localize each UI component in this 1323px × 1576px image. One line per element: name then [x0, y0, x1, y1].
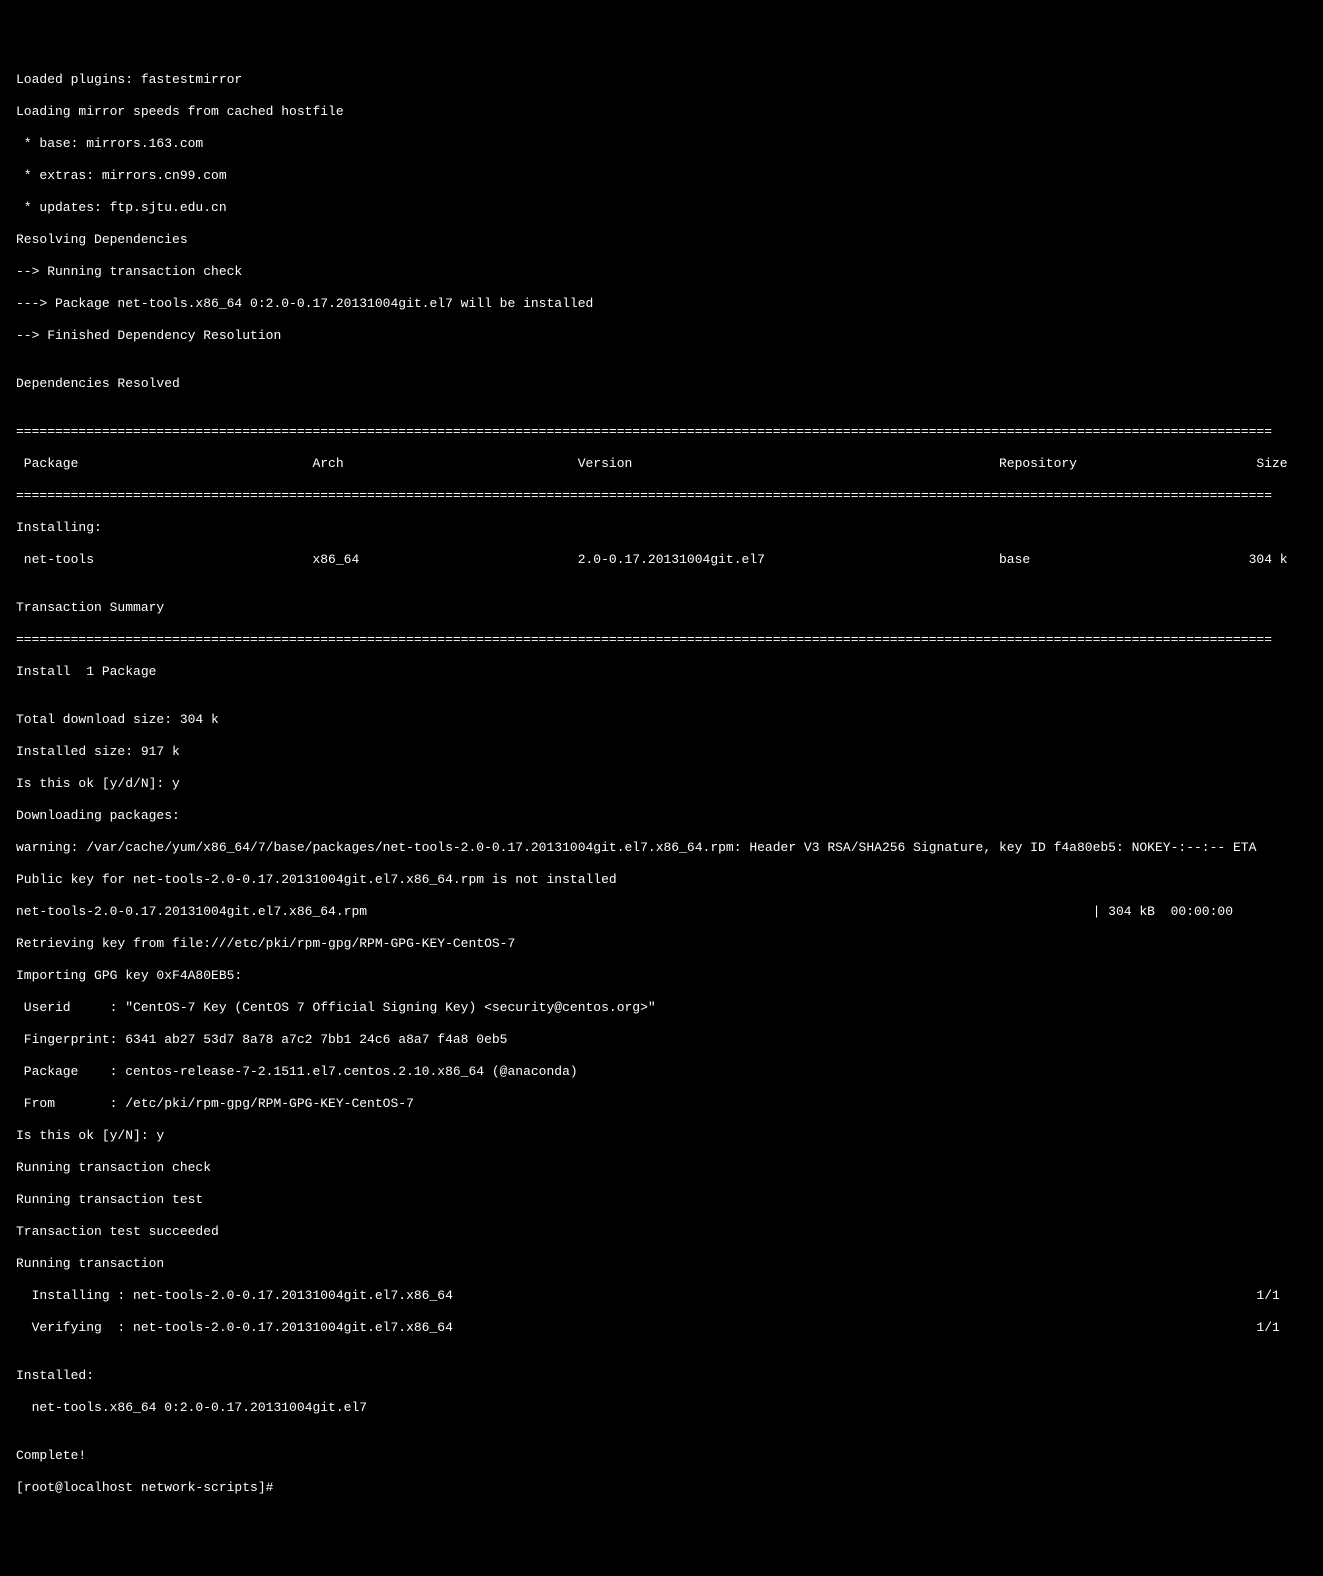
- output-line: * base: mirrors.163.com: [16, 136, 1307, 152]
- output-line: From : /etc/pki/rpm-gpg/RPM-GPG-KEY-Cent…: [16, 1096, 1307, 1112]
- output-line: Package : centos-release-7-2.1511.el7.ce…: [16, 1064, 1307, 1080]
- prompt-line: [root@localhost network-scripts]#: [16, 1480, 1307, 1496]
- output-line: Public key for net-tools-2.0-0.17.201310…: [16, 872, 1307, 888]
- output-line: Transaction test succeeded: [16, 1224, 1307, 1240]
- output-line: Loaded plugins: fastestmirror: [16, 72, 1307, 88]
- command-input[interactable]: [281, 1480, 1081, 1495]
- output-line: Running transaction check: [16, 1160, 1307, 1176]
- output-line: net-tools.x86_64 0:2.0-0.17.20131004git.…: [16, 1400, 1307, 1416]
- shell-prompt: [root@localhost network-scripts]#: [16, 1480, 281, 1495]
- output-line: * updates: ftp.sjtu.edu.cn: [16, 200, 1307, 216]
- output-line: --> Running transaction check: [16, 264, 1307, 280]
- output-line: warning: /var/cache/yum/x86_64/7/base/pa…: [16, 840, 1307, 856]
- output-line: Installed:: [16, 1368, 1307, 1384]
- output-line: Downloading packages:: [16, 808, 1307, 824]
- output-line: ---> Package net-tools.x86_64 0:2.0-0.17…: [16, 296, 1307, 312]
- output-line: Dependencies Resolved: [16, 376, 1307, 392]
- output-line: Loading mirror speeds from cached hostfi…: [16, 104, 1307, 120]
- output-line: Resolving Dependencies: [16, 232, 1307, 248]
- output-line: Complete!: [16, 1448, 1307, 1464]
- table-row: net-tools x86_64 2.0-0.17.20131004git.el…: [16, 552, 1307, 568]
- output-line: Verifying : net-tools-2.0-0.17.20131004g…: [16, 1320, 1307, 1336]
- table-header: Package Arch Version Repository Size: [16, 456, 1307, 472]
- divider-line: ========================================…: [16, 424, 1307, 440]
- output-line: Total download size: 304 k: [16, 712, 1307, 728]
- output-line: Is this ok [y/d/N]: y: [16, 776, 1307, 792]
- output-line: Running transaction: [16, 1256, 1307, 1272]
- output-line: Installed size: 917 k: [16, 744, 1307, 760]
- output-line: Installing:: [16, 520, 1307, 536]
- output-line: Fingerprint: 6341 ab27 53d7 8a78 a7c2 7b…: [16, 1032, 1307, 1048]
- output-line: Running transaction test: [16, 1192, 1307, 1208]
- output-line: * extras: mirrors.cn99.com: [16, 168, 1307, 184]
- output-line: net-tools-2.0-0.17.20131004git.el7.x86_6…: [16, 904, 1307, 920]
- output-line: Retrieving key from file:///etc/pki/rpm-…: [16, 936, 1307, 952]
- output-line: Importing GPG key 0xF4A80EB5:: [16, 968, 1307, 984]
- output-line: Userid : "CentOS-7 Key (CentOS 7 Officia…: [16, 1000, 1307, 1016]
- output-line: Is this ok [y/N]: y: [16, 1128, 1307, 1144]
- output-line: Transaction Summary: [16, 600, 1307, 616]
- output-line: --> Finished Dependency Resolution: [16, 328, 1307, 344]
- divider-line: ========================================…: [16, 632, 1307, 648]
- divider-line: ========================================…: [16, 488, 1307, 504]
- output-line: Install 1 Package: [16, 664, 1307, 680]
- output-line: Installing : net-tools-2.0-0.17.20131004…: [16, 1288, 1307, 1304]
